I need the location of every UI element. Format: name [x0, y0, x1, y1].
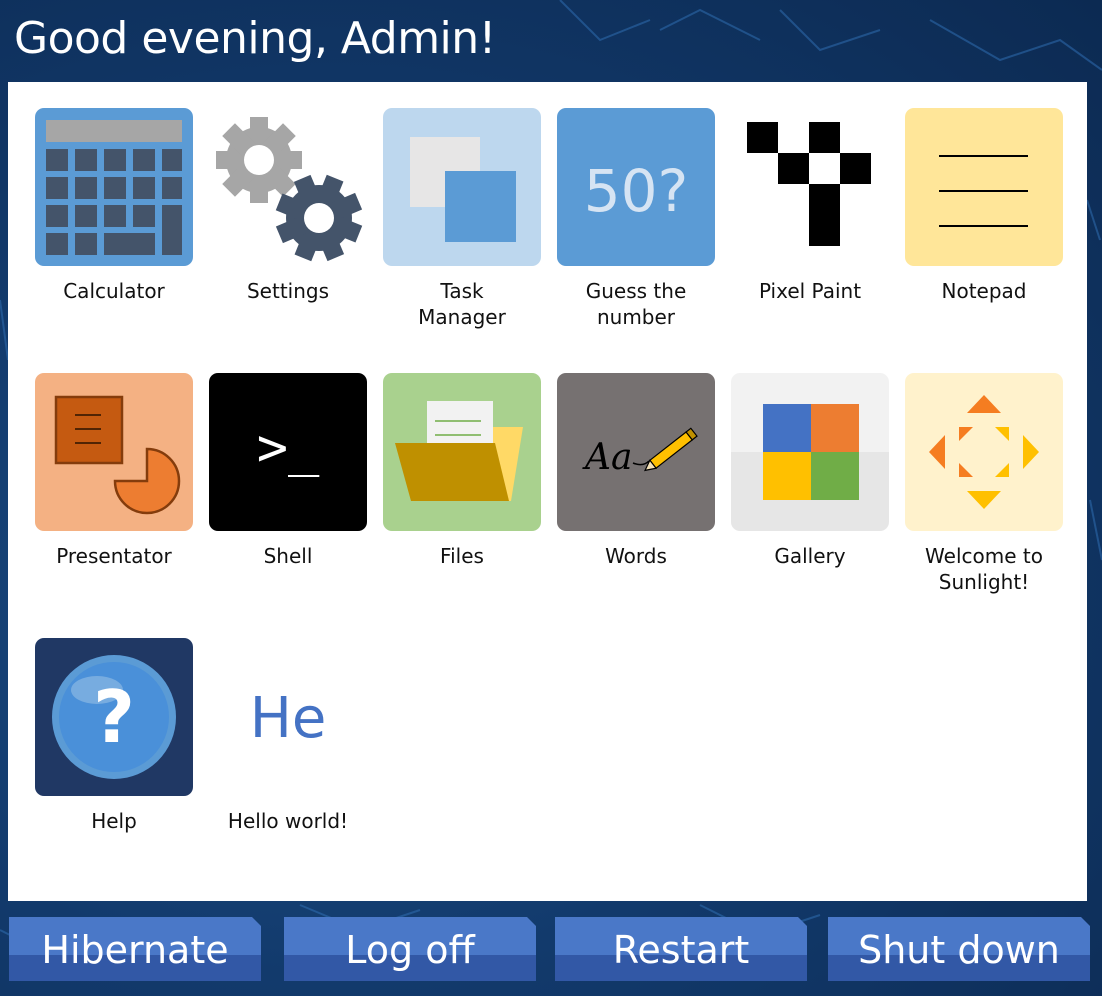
app-presentator[interactable]: Presentator — [27, 373, 201, 623]
app-label: Welcome to Sunlight! — [925, 544, 1043, 594]
pixel-paint-icon — [731, 108, 889, 266]
help-question-icon: ? — [35, 638, 193, 796]
restart-button[interactable]: Restart — [555, 917, 807, 981]
app-launcher-panel: Calculator Settings Task Manager 50? Gue… — [8, 82, 1087, 901]
help-question-text: ? — [93, 675, 135, 759]
app-label: Hello world! — [227, 809, 349, 833]
app-help[interactable]: ? Help — [27, 638, 201, 888]
shut-down-button[interactable]: Shut down — [828, 917, 1090, 981]
app-label: Task Manager — [418, 279, 506, 329]
app-label: Presentator — [56, 544, 172, 568]
greeting-title: Good evening, Admin! — [14, 13, 496, 64]
app-settings[interactable]: Settings — [201, 108, 375, 358]
task-manager-windows-icon — [383, 108, 541, 266]
shell-prompt-text: >_ — [257, 418, 320, 478]
app-task-manager[interactable]: Task Manager — [375, 108, 549, 358]
log-off-label: Log off — [345, 928, 475, 972]
app-gallery[interactable]: Gallery — [723, 373, 897, 623]
gallery-tiles-icon — [731, 373, 889, 531]
app-guess-the-number[interactable]: 50? Guess the number — [549, 108, 723, 358]
guess-number-text: 50? — [584, 157, 689, 225]
words-aa-text: Aa — [582, 437, 632, 478]
app-shell[interactable]: >_ Shell — [201, 373, 375, 623]
app-label: Help — [91, 809, 137, 833]
app-label: Pixel Paint — [758, 279, 862, 303]
app-words[interactable]: Aa Words — [549, 373, 723, 623]
app-pixel-paint[interactable]: Pixel Paint — [723, 108, 897, 358]
app-welcome-to-sunlight[interactable]: Welcome to Sunlight! — [897, 373, 1071, 623]
app-label: Calculator — [63, 279, 165, 303]
restart-label: Restart — [612, 928, 750, 972]
settings-gears-icon — [209, 108, 367, 266]
guess-number-icon: 50? — [557, 108, 715, 266]
app-label: Files — [440, 544, 484, 568]
notepad-icon — [905, 108, 1063, 266]
app-files[interactable]: Files — [375, 373, 549, 623]
app-label: Shell — [263, 544, 313, 568]
hello-he-text: He — [250, 686, 327, 751]
calculator-icon — [35, 108, 193, 266]
app-calculator[interactable]: Calculator — [27, 108, 201, 358]
welcome-arrows-icon — [905, 373, 1063, 531]
folder-icon — [383, 373, 541, 531]
app-label: Guess the number — [585, 279, 687, 329]
app-label: Gallery — [774, 544, 846, 568]
app-label: Words — [605, 544, 667, 568]
words-pencil-icon: Aa — [557, 373, 715, 531]
app-hello-world[interactable]: He Hello world! — [201, 638, 375, 888]
shut-down-label: Shut down — [858, 928, 1060, 972]
hello-text-icon: He — [209, 638, 367, 796]
log-off-button[interactable]: Log off — [284, 917, 536, 981]
app-notepad[interactable]: Notepad — [897, 108, 1071, 358]
presentator-icon — [35, 373, 193, 531]
hibernate-label: Hibernate — [41, 928, 229, 972]
app-label: Settings — [246, 279, 330, 303]
shell-prompt-icon: >_ — [209, 373, 367, 531]
app-label: Notepad — [941, 279, 1027, 303]
hibernate-button[interactable]: Hibernate — [9, 917, 261, 981]
